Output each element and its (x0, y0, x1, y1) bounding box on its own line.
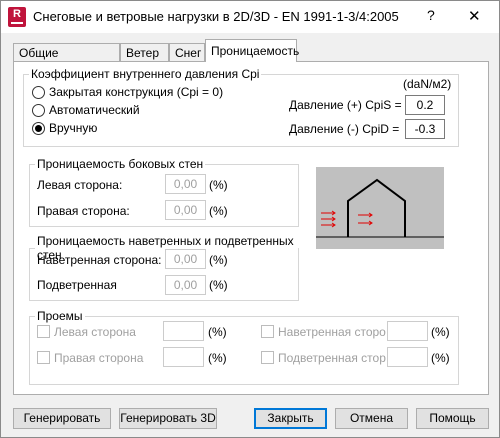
building-diagram (316, 167, 444, 249)
opening-left-checkbox[interactable] (37, 325, 50, 338)
leeward-unit: (%) (209, 278, 228, 292)
right-side-unit: (%) (209, 204, 228, 218)
generate-button[interactable]: Генерировать (13, 408, 111, 429)
app-icon: R (8, 7, 26, 27)
cancel-button[interactable]: Отмена (335, 408, 408, 429)
windward-unit: (%) (209, 253, 228, 267)
help-button[interactable]: Помощь (416, 408, 489, 429)
radio-closed[interactable] (32, 86, 45, 99)
windward-label: Наветренная сторона: (37, 253, 162, 267)
opening-right-label: Правая сторона (54, 351, 144, 365)
opening-leeward-checkbox[interactable] (261, 351, 274, 364)
app-icon-letter: R (13, 8, 21, 20)
radio-manual[interactable] (32, 122, 45, 135)
close-button[interactable]: Закрыть (254, 408, 327, 429)
right-side-input[interactable]: 0,00 (165, 200, 206, 220)
window-title: Снеговые и ветровые нагрузки в 2D/3D - E… (33, 9, 399, 24)
right-side-label: Правая сторона: (37, 204, 130, 218)
leeward-label: Подветренная (37, 278, 117, 292)
leeward-input[interactable]: 0,00 (165, 275, 206, 295)
help-icon[interactable]: ? (427, 7, 435, 23)
radio-automatic-label: Автоматический (49, 103, 140, 117)
opening-windward-input[interactable] (387, 321, 428, 341)
tab-general[interactable]: Общие параметры (13, 43, 120, 74)
generate-3d-button[interactable]: Генерировать 3D (119, 408, 217, 429)
pressure-pos-input[interactable]: 0.2 (405, 95, 445, 115)
tab-wind[interactable]: Ветер (120, 43, 169, 62)
opening-right-checkbox[interactable] (37, 351, 50, 364)
tab-permeability[interactable]: Проницаемость (205, 39, 299, 62)
opening-leeward-input[interactable] (387, 347, 428, 367)
radio-manual-label: Вручную (49, 121, 98, 135)
opening-left-label: Левая сторона (54, 325, 136, 339)
left-side-input[interactable]: 0,00 (165, 174, 206, 194)
cpi-legend: Коэффициент внутреннего давления Cpi (31, 67, 260, 81)
dialog-window: R Снеговые и ветровые нагрузки в 2D/3D -… (0, 0, 500, 438)
windward-input[interactable]: 0,00 (165, 249, 206, 269)
radio-closed-label: Закрытая конструкция (Cpi = 0) (49, 85, 224, 99)
opening-windward-checkbox[interactable] (261, 325, 274, 338)
left-side-unit: (%) (209, 178, 228, 192)
opening-windward-label: Наветренная сторона (278, 325, 386, 339)
opening-leeward-unit: (%) (431, 351, 450, 365)
tab-snow[interactable]: Снег (169, 43, 205, 62)
pressure-neg-label: Давление (-) CpiD = (289, 122, 400, 136)
side-walls-legend: Проницаемость боковых стен (37, 157, 204, 171)
pressure-pos-label: Давление (+) CpiS = (289, 98, 402, 112)
radio-automatic[interactable] (32, 104, 45, 117)
units-label: (daN/м2) (403, 77, 452, 91)
left-side-label: Левая сторона: (37, 178, 123, 192)
opening-right-unit: (%) (208, 351, 227, 365)
opening-leeward-label: Подветренная сторона (278, 351, 386, 365)
opening-windward-unit: (%) (431, 325, 450, 339)
title-bar: R Снеговые и ветровые нагрузки в 2D/3D -… (1, 1, 499, 33)
opening-right-input[interactable] (163, 347, 204, 367)
openings-legend: Проемы (37, 309, 83, 323)
opening-left-input[interactable] (163, 321, 204, 341)
opening-left-unit: (%) (208, 325, 227, 339)
close-icon[interactable]: ✕ (468, 7, 481, 25)
pressure-neg-input[interactable]: -0.3 (405, 119, 445, 139)
